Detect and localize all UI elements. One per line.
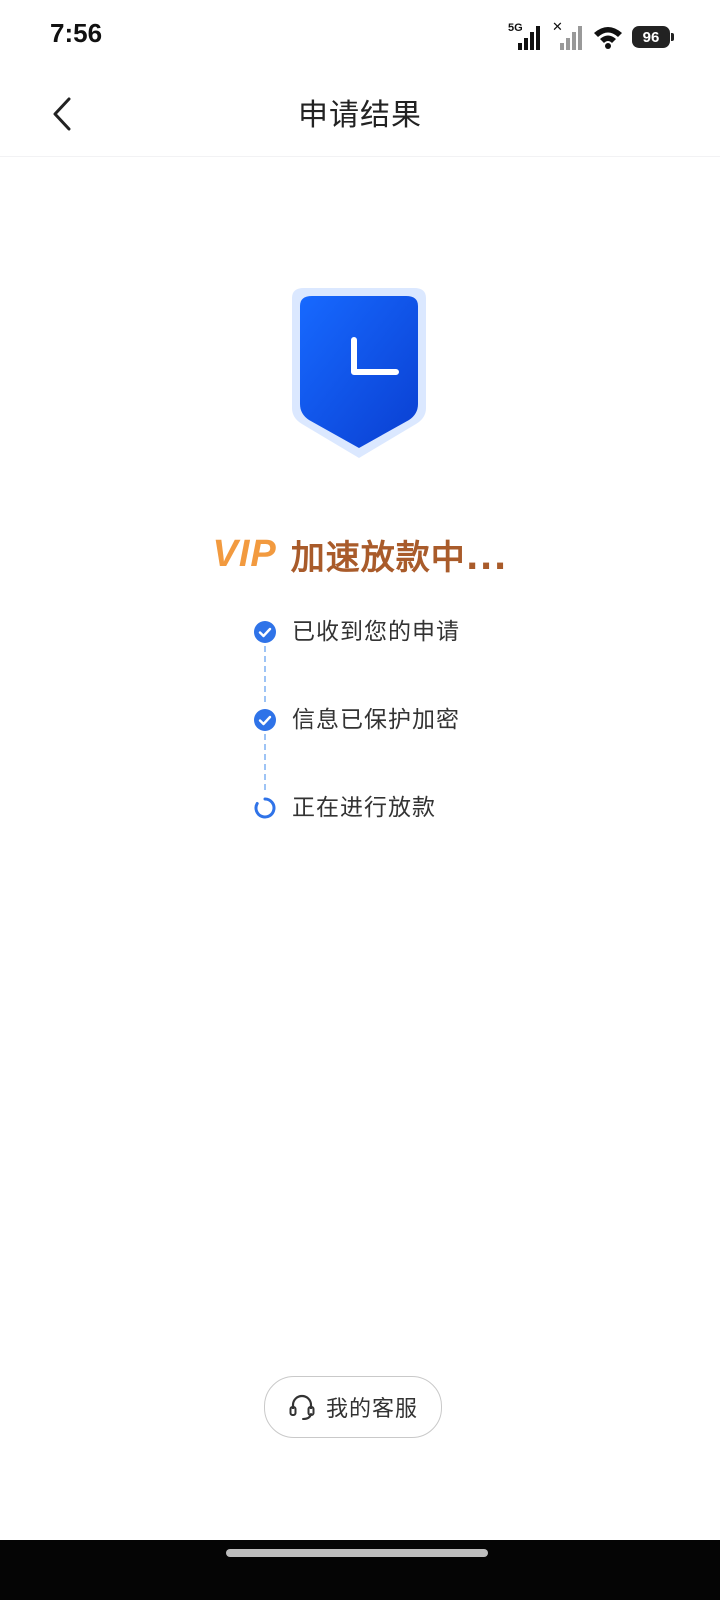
step-connector — [264, 646, 266, 702]
customer-service-label: 我的客服 — [325, 1397, 418, 1422]
battery-icon: 96 — [632, 26, 674, 48]
signal-no-sim-icon: ✕ — [550, 20, 584, 52]
step-connector — [264, 734, 266, 790]
page-title: 申请结果 — [298, 98, 422, 133]
step-label: 信息已保护加密 — [292, 707, 460, 733]
check-circle-icon — [254, 621, 276, 643]
step-label: 已收到您的申请 — [292, 619, 460, 645]
headset-icon — [289, 1394, 315, 1420]
status-icons: 5G ✕ 96 — [508, 20, 674, 54]
vip-badge: VIP — [212, 533, 277, 575]
status-text: 加速放款中... — [290, 538, 508, 578]
customer-service-button[interactable]: 我的客服 — [264, 1376, 442, 1438]
step-item: 信息已保护加密 — [254, 702, 574, 790]
nav-bar: 申请结果 — [0, 72, 720, 157]
status-heading: VIP 加速放款中... — [0, 530, 720, 579]
status-time: 7:56 — [50, 18, 103, 48]
progress-steps: 已收到您的申请 信息已保护加密 正在进行放款 — [254, 614, 574, 878]
step-item: 正在进行放款 — [254, 790, 574, 878]
loading-circle-icon — [254, 797, 276, 819]
step-item: 已收到您的申请 — [254, 614, 574, 702]
status-bar: 7:56 5G ✕ 96 — [0, 0, 720, 72]
check-circle-icon — [254, 709, 276, 731]
home-indicator[interactable] — [226, 1549, 488, 1557]
signal-5g-icon: 5G — [508, 22, 542, 52]
step-label: 正在进行放款 — [292, 795, 436, 821]
wifi-icon — [594, 27, 622, 49]
shield-clock-icon — [282, 286, 436, 466]
